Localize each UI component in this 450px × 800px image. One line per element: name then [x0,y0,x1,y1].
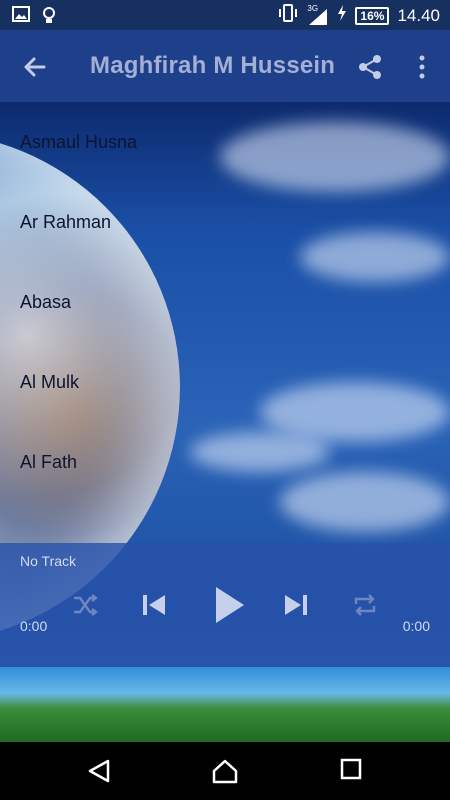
vibrate-icon [277,4,299,27]
list-item[interactable]: Asmaul Husna [0,102,450,182]
skip-previous-icon[interactable] [140,591,168,619]
nav-home-icon[interactable] [211,758,239,789]
track-title: Asmaul Husna [20,131,138,152]
track-title: Ar Rahman [20,211,112,232]
track-title: Al Mulk [20,371,80,392]
list-item[interactable]: Ar Rahman [0,182,450,262]
play-icon[interactable] [212,585,246,625]
app-bar: Maghfirah M Hussein [0,30,450,102]
landscape-image [0,667,450,742]
lightbulb-icon [42,6,56,29]
page-title: Maghfirah M Hussein [90,52,336,79]
skip-next-icon[interactable] [282,591,310,619]
total-time: 0:00 [402,618,430,634]
list-item[interactable]: Al Mulk [0,342,450,422]
repeat-icon[interactable] [352,593,378,617]
player-panel: No Track 0:00 0:00 [0,543,450,667]
elapsed-time: 0:00 [20,618,48,634]
system-nav-bar [0,742,450,800]
now-playing-label: No Track [20,553,77,569]
track-title: Al Fath [20,451,78,472]
track-title: Abasa [20,291,72,312]
battery-icon: 16% [355,6,390,25]
shuffle-icon[interactable] [72,593,98,617]
charging-icon [337,5,347,26]
list-item[interactable]: Al Fath [0,422,450,502]
more-vert-icon[interactable] [412,52,432,82]
image-icon [12,6,30,29]
back-arrow-icon[interactable] [20,52,50,82]
list-item[interactable]: Abasa [0,262,450,342]
share-icon[interactable] [355,52,385,82]
status-bar: 3G 16% 14.40 [0,0,450,30]
signal-icon: 3G [307,4,329,26]
nav-recents-icon[interactable] [340,758,362,785]
clock: 14.40 [397,5,440,25]
nav-back-icon[interactable] [86,758,112,789]
track-list: Asmaul Husna Ar Rahman Abasa Al Mulk Al … [0,102,450,502]
